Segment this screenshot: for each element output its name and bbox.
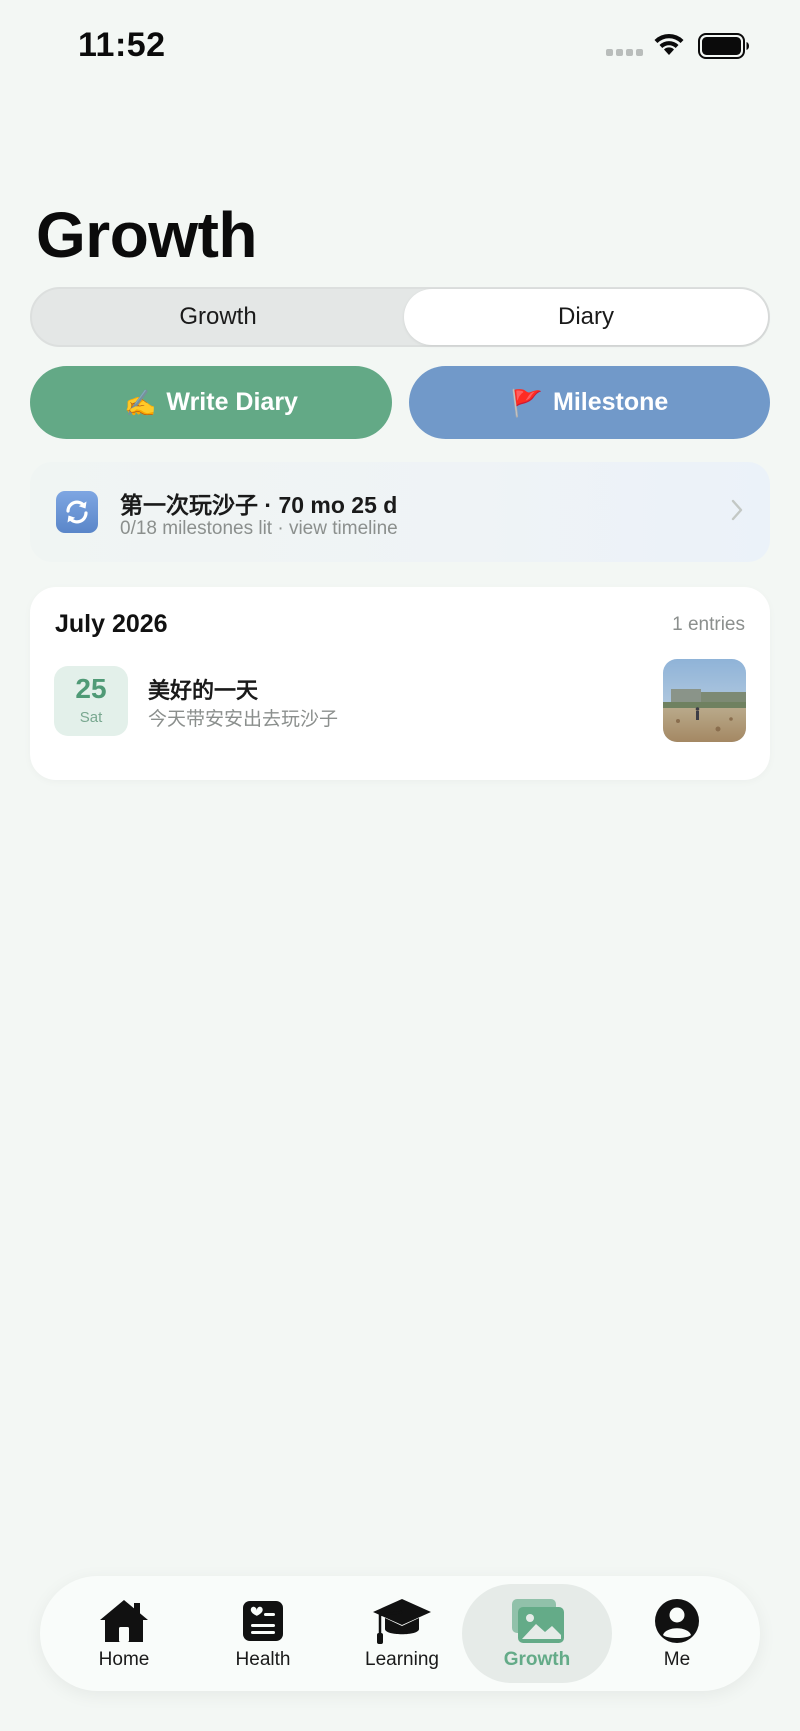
- writing-hand-icon: ✍️: [124, 387, 157, 418]
- home-icon: [98, 1596, 150, 1646]
- growth-diary-segmented-control: Growth Diary: [30, 287, 770, 347]
- milestone-subtitle: 0/18 milestones lit · view timeline: [120, 518, 398, 539]
- milestone-button[interactable]: 🚩 Milestone: [409, 366, 770, 439]
- entry-day: 25: [75, 673, 107, 704]
- chevron-right-icon: [731, 499, 743, 521]
- red-flag-icon: 🚩: [510, 387, 544, 418]
- tab-me[interactable]: Me: [602, 1584, 752, 1683]
- graduation-cap-icon: [371, 1596, 433, 1646]
- tab-learning-label: Learning: [365, 1649, 439, 1670]
- milestone-label: Milestone: [553, 388, 669, 416]
- write-diary-label: Write Diary: [166, 388, 298, 416]
- entries-count: 1 entries: [672, 614, 745, 635]
- milestone-timeline-card[interactable]: 第一次玩沙子 · 70 mo 25 d 0/18 milestones lit …: [30, 462, 770, 562]
- entry-photo-thumbnail[interactable]: [663, 659, 746, 742]
- photos-icon: [508, 1596, 566, 1646]
- date-badge: 25 Sat: [54, 666, 128, 736]
- tab-growth[interactable]: Growth: [462, 1584, 612, 1683]
- tab-home[interactable]: Home: [49, 1584, 199, 1683]
- status-bar: 11:52: [0, 0, 800, 92]
- tab-home-label: Home: [98, 1649, 150, 1670]
- bottom-tab-bar: Home Health Learning Growth Me: [40, 1576, 760, 1691]
- milestone-title: 第一次玩沙子 · 70 mo 25 d: [120, 492, 398, 518]
- entry-preview: 今天带安安出去玩沙子: [148, 709, 339, 730]
- tab-growth-label: Growth: [503, 1649, 571, 1670]
- month-title: July 2026: [55, 610, 168, 638]
- entry-weekday: Sat: [79, 709, 103, 726]
- tab-health-label: Health: [235, 1649, 291, 1670]
- page-title: Growth: [36, 199, 257, 271]
- tab-health[interactable]: Health: [188, 1584, 338, 1683]
- wifi-icon: [654, 33, 684, 55]
- status-time: 11:52: [78, 26, 166, 64]
- battery-icon: [698, 33, 749, 59]
- cellular-signal-icon: [606, 49, 643, 56]
- health-record-icon: [242, 1596, 284, 1646]
- tab-me-label: Me: [663, 1649, 691, 1670]
- segment-growth[interactable]: Growth: [36, 289, 400, 345]
- entry-title: 美好的一天: [148, 678, 259, 703]
- person-icon: [654, 1596, 700, 1646]
- diary-month-card: July 2026 1 entries 25 Sat 美好的一天 今天带安安出去…: [30, 587, 770, 780]
- diary-entry[interactable]: 25 Sat 美好的一天 今天带安安出去玩沙子: [30, 659, 770, 749]
- segment-diary[interactable]: Diary: [404, 289, 768, 345]
- refresh-icon: [56, 491, 98, 533]
- write-diary-button[interactable]: ✍️ Write Diary: [30, 366, 392, 439]
- tab-learning[interactable]: Learning: [327, 1584, 477, 1683]
